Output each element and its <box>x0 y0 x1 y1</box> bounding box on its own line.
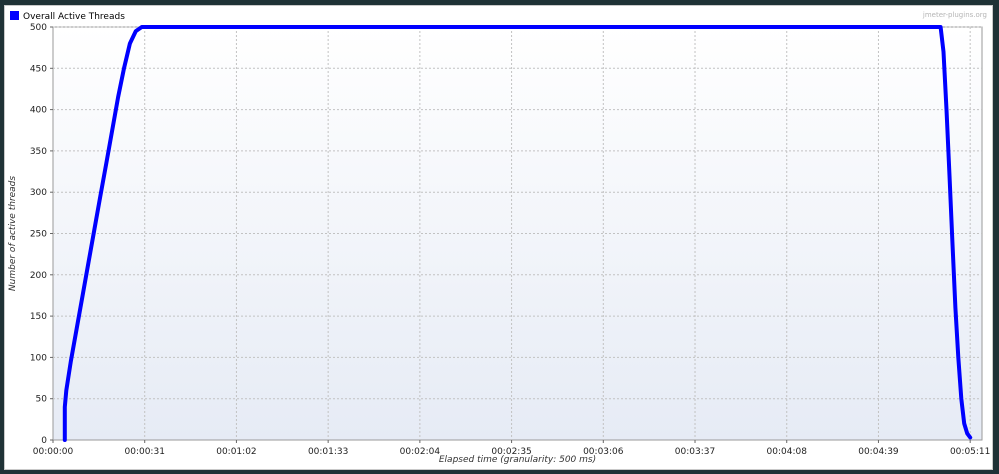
x-tick-label: 00:01:33 <box>308 447 348 457</box>
legend-swatch <box>10 11 19 20</box>
y-axis: 0 50 100 150 200 250 300 350 400 450 500 <box>30 23 53 446</box>
x-axis-label: Elapsed time (granularity: 500 ms) <box>439 455 596 465</box>
y-tick-label: 250 <box>30 230 47 240</box>
y-tick-label: 300 <box>30 188 47 198</box>
y-tick-label: 200 <box>30 271 47 281</box>
x-tick-label: 00:00:00 <box>33 447 74 457</box>
x-tick-label: 00:03:37 <box>675 447 715 457</box>
x-tick-label: 00:04:08 <box>767 447 808 457</box>
y-tick-label: 150 <box>30 312 47 322</box>
y-tick-label: 0 <box>41 436 47 446</box>
chart-panel: 00:00:00 00:00:31 00:01:02 00:01:33 00:02:04… <box>4 5 993 470</box>
x-tick-label: 00:05:11 <box>950 447 990 457</box>
legend-label: Overall Active Threads <box>23 12 125 22</box>
legend: Overall Active Threads <box>10 11 125 22</box>
y-tick-label: 50 <box>36 395 48 405</box>
y-tick-label: 350 <box>30 147 47 157</box>
x-tick-label: 00:04:39 <box>858 447 899 457</box>
x-tick-label: 00:01:02 <box>216 447 256 457</box>
x-tick-label: 00:02:04 <box>400 447 441 457</box>
y-axis-label: Number of active threads <box>8 176 18 291</box>
x-tick-label: 00:00:31 <box>125 447 165 457</box>
y-tick-label: 500 <box>30 23 47 33</box>
y-tick-label: 100 <box>30 353 47 363</box>
watermark: jmeter-plugins.org <box>922 11 987 19</box>
y-tick-label: 400 <box>30 106 47 116</box>
y-tick-label: 450 <box>30 64 47 74</box>
active-threads-chart: 00:00:00 00:00:31 00:01:02 00:01:33 00:02:04… <box>8 11 990 465</box>
